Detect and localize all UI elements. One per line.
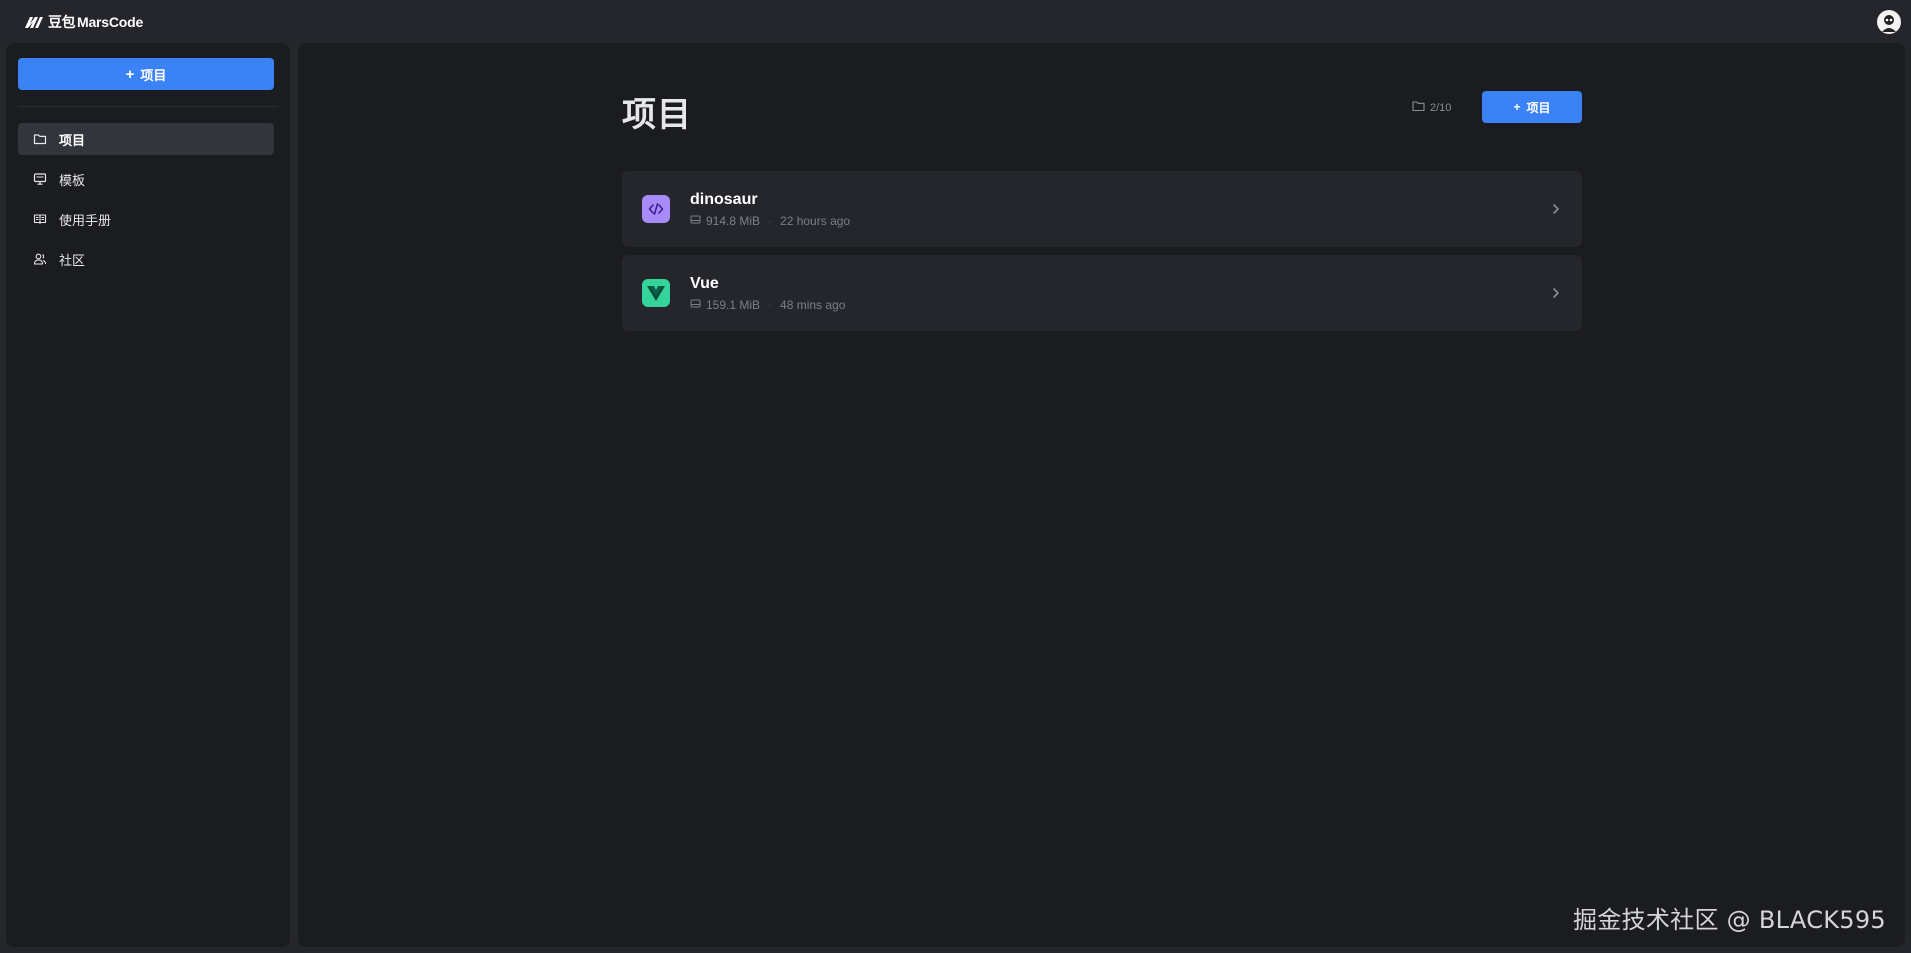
- project-name: Vue: [690, 274, 719, 292]
- project-card-dinosaur[interactable]: dinosaur 914.8 MiB · 22 hours ago: [622, 171, 1582, 247]
- marscode-logo-icon: [25, 16, 43, 28]
- sidebar-item-community[interactable]: 社区: [18, 243, 274, 275]
- new-project-label: 项目: [140, 67, 167, 83]
- sidebar-item-label: 项目: [59, 132, 86, 148]
- project-size: 914.8 MiB: [706, 213, 761, 228]
- sidebar-divider: [18, 106, 278, 107]
- disk-icon: [690, 214, 701, 228]
- monitor-icon: [33, 172, 47, 186]
- new-project-label: 项目: [1526, 100, 1551, 115]
- plus-icon: +: [1513, 100, 1521, 114]
- project-meta: 914.8 MiB · 22 hours ago: [690, 214, 1550, 228]
- sidebar-new-project-button[interactable]: + 项目: [18, 58, 274, 90]
- project-time: 48 mins ago: [780, 297, 846, 312]
- meta-separator: ·: [768, 213, 773, 228]
- project-time: 22 hours ago: [780, 213, 851, 228]
- page-title: 项目: [622, 96, 692, 134]
- code-icon: [642, 195, 670, 223]
- sidebar-item-label: 使用手册: [59, 212, 112, 228]
- project-card-vue[interactable]: Vue 159.1 MiB · 48 mins ago: [622, 255, 1582, 331]
- meta-separator: ·: [768, 297, 773, 312]
- sidebar-item-projects[interactable]: 项目: [18, 123, 274, 155]
- avatar-icon: [1878, 10, 1900, 33]
- folder-icon: [1412, 100, 1425, 115]
- project-info: dinosaur 914.8 MiB · 22 hours ago: [690, 191, 1550, 228]
- sidebar-item-label: 模板: [59, 172, 86, 188]
- book-icon: [33, 212, 47, 226]
- chevron-right-icon: [1553, 288, 1559, 298]
- avatar[interactable]: [1877, 9, 1901, 34]
- top-bar: 豆包 MarsCode: [0, 0, 1911, 43]
- project-size: 159.1 MiB: [706, 297, 761, 312]
- sidebar-item-manual[interactable]: 使用手册: [18, 203, 274, 235]
- sidebar-item-label: 社区: [59, 252, 86, 268]
- app-logo[interactable]: 豆包 MarsCode: [24, 12, 143, 32]
- vue-icon: [642, 279, 670, 307]
- watermark: 掘金技术社区 @ BLACK595: [1572, 906, 1886, 934]
- project-name: dinosaur: [690, 190, 758, 208]
- folder-icon: [33, 132, 47, 146]
- sidebar: + 项目 项目 模板 使用手册 社区: [6, 43, 290, 947]
- sidebar-item-templates[interactable]: 模板: [18, 163, 274, 195]
- chevron-right-icon: [1553, 204, 1559, 214]
- users-icon: [33, 252, 47, 266]
- project-info: Vue 159.1 MiB · 48 mins ago: [690, 275, 1550, 312]
- plus-icon: +: [125, 65, 135, 83]
- counter-text: 2/10: [1430, 101, 1452, 114]
- main-panel: 项目 2/10 + 项目 dinosaur 914.8 MiB · 22 hou…: [298, 43, 1905, 947]
- disk-icon: [690, 298, 701, 312]
- project-meta: 159.1 MiB · 48 mins ago: [690, 298, 1550, 312]
- logo-cn-text: 豆包: [48, 13, 76, 30]
- new-project-button[interactable]: + 项目: [1482, 91, 1582, 123]
- project-counter: 2/10: [1412, 100, 1451, 115]
- logo-text: MarsCode: [77, 13, 144, 30]
